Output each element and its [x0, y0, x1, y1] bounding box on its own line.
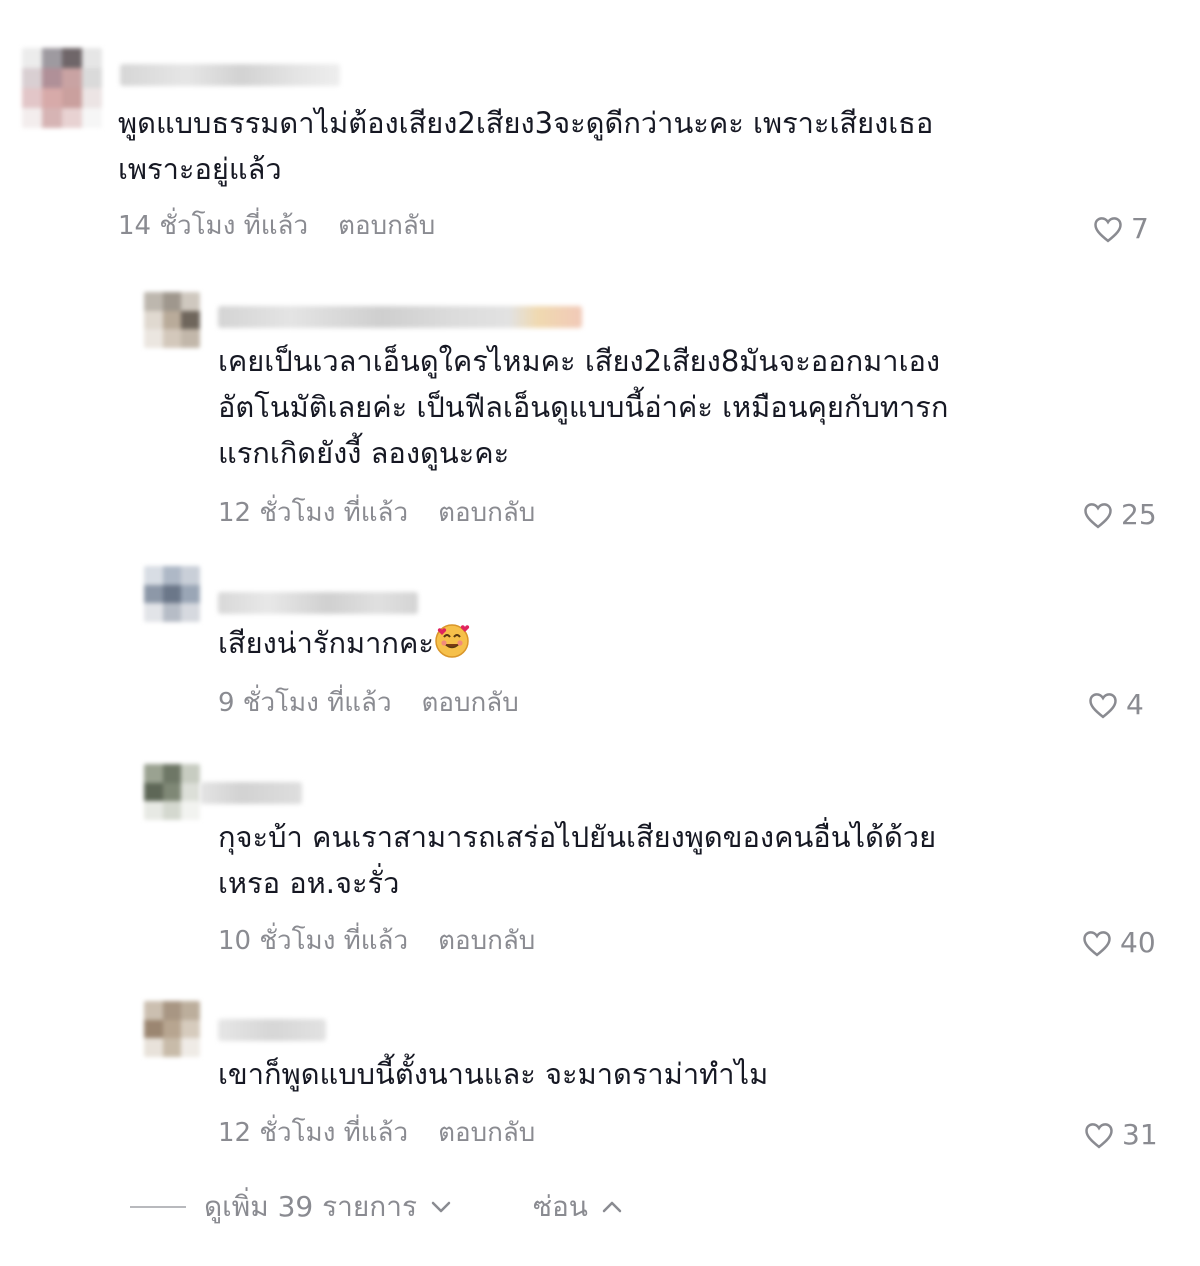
avatar[interactable] [144, 566, 200, 622]
comment-time: 14 ชั่วโมง ที่แล้ว [118, 211, 309, 241]
comment-text-content: เสียงน่ารักมากคะ [218, 626, 434, 660]
reply-button[interactable]: ตอบกลับ [338, 205, 435, 246]
heart-outline-icon [1084, 502, 1112, 528]
comment-text: เสียงน่ารักมากคะ [218, 620, 470, 666]
comment-meta: 14 ชั่วโมง ที่แล้ว ตอบกลับ [118, 205, 435, 246]
avatar[interactable] [22, 48, 102, 128]
username-blurred[interactable] [218, 1019, 326, 1041]
view-more-label: ดูเพิ่ม 39 รายการ [204, 1190, 417, 1223]
like-button[interactable]: 40 [1082, 926, 1156, 959]
avatar[interactable] [144, 292, 200, 348]
like-count: 31 [1122, 1118, 1158, 1151]
avatar[interactable] [144, 764, 200, 820]
heart-outline-icon [1085, 1122, 1113, 1148]
reply-button[interactable]: ตอบกลับ [422, 682, 519, 723]
reply-button[interactable]: ตอบกลับ [438, 492, 535, 533]
username-blurred[interactable] [218, 592, 418, 614]
avatar[interactable] [144, 1001, 200, 1057]
comment-meta: 12 ชั่วโมง ที่แล้ว ตอบกลับ [218, 1112, 535, 1153]
reply-item: เสียงน่ารักมากคะ 9 ชั่วโมง ที่แล้ว ตอบกล… [0, 550, 1200, 750]
like-count: 25 [1121, 498, 1157, 531]
comment-meta: 9 ชั่วโมง ที่แล้ว ตอบกลับ [218, 682, 519, 723]
username-blurred[interactable] [218, 306, 582, 328]
like-count: 7 [1131, 212, 1149, 245]
heart-outline-icon [1083, 930, 1111, 956]
like-button[interactable]: 7 [1093, 212, 1149, 245]
reply-item: เคยเป็นเวลาเอ็นดูใครไหมคะ เสียง2เสียง8มั… [0, 270, 1200, 550]
smiling-face-with-hearts-icon [435, 624, 470, 658]
comment-meta: 12 ชั่วโมง ที่แล้ว ตอบกลับ [218, 492, 535, 533]
reply-item: เขาก็พูดแบบนี้ตั้งนานและ จะมาดราม่าทำไม … [0, 985, 1200, 1175]
comment-text: เคยเป็นเวลาเอ็นดูใครไหมคะ เสียง2เสียง8มั… [218, 344, 949, 470]
like-button[interactable]: 4 [1088, 688, 1144, 721]
comment-time: 10 ชั่วโมง ที่แล้ว [218, 926, 409, 956]
comment-meta: 10 ชั่วโมง ที่แล้ว ตอบกลับ [218, 920, 535, 961]
username-blurred[interactable] [120, 64, 340, 86]
divider [130, 1206, 186, 1208]
hide-label: ซ่อน [532, 1190, 588, 1223]
view-more-replies-button[interactable]: ดูเพิ่ม 39 รายการ [204, 1185, 453, 1229]
reply-button[interactable]: ตอบกลับ [438, 920, 535, 961]
like-count: 40 [1120, 926, 1156, 959]
comment-text: กุจะบ้า คนเราสามารถเสร่อไปยันเสียงพูดของ… [218, 820, 937, 900]
chevron-down-icon [431, 1201, 451, 1213]
comment-time: 12 ชั่วโมง ที่แล้ว [218, 498, 409, 528]
comment-text: พูดแบบธรรมดาไม่ต้องเสียง2เสียง3จะดูดีกว่… [118, 106, 934, 186]
heart-outline-icon [1089, 692, 1117, 718]
username-blurred[interactable] [200, 782, 302, 804]
reply-button[interactable]: ตอบกลับ [438, 1112, 535, 1153]
chevron-up-icon [602, 1201, 622, 1213]
comment-text: เขาก็พูดแบบนี้ตั้งนานและ จะมาดราม่าทำไม [218, 1057, 769, 1091]
comment-time: 12 ชั่วโมง ที่แล้ว [218, 1118, 409, 1148]
hide-replies-button[interactable]: ซ่อน [533, 1185, 624, 1229]
comment-item: พูดแบบธรรมดาไม่ต้องเสียง2เสียง3จะดูดีกว่… [0, 0, 1200, 270]
like-button[interactable]: 31 [1084, 1118, 1158, 1151]
reply-item: กุจะบ้า คนเราสามารถเสร่อไปยันเสียงพูดของ… [0, 750, 1200, 985]
replies-footer: ดูเพิ่ม 39 รายการ ซ่อน [130, 1185, 624, 1229]
heart-outline-icon [1094, 216, 1122, 242]
like-count: 4 [1126, 688, 1144, 721]
comment-time: 9 ชั่วโมง ที่แล้ว [218, 688, 392, 718]
like-button[interactable]: 25 [1083, 498, 1157, 531]
